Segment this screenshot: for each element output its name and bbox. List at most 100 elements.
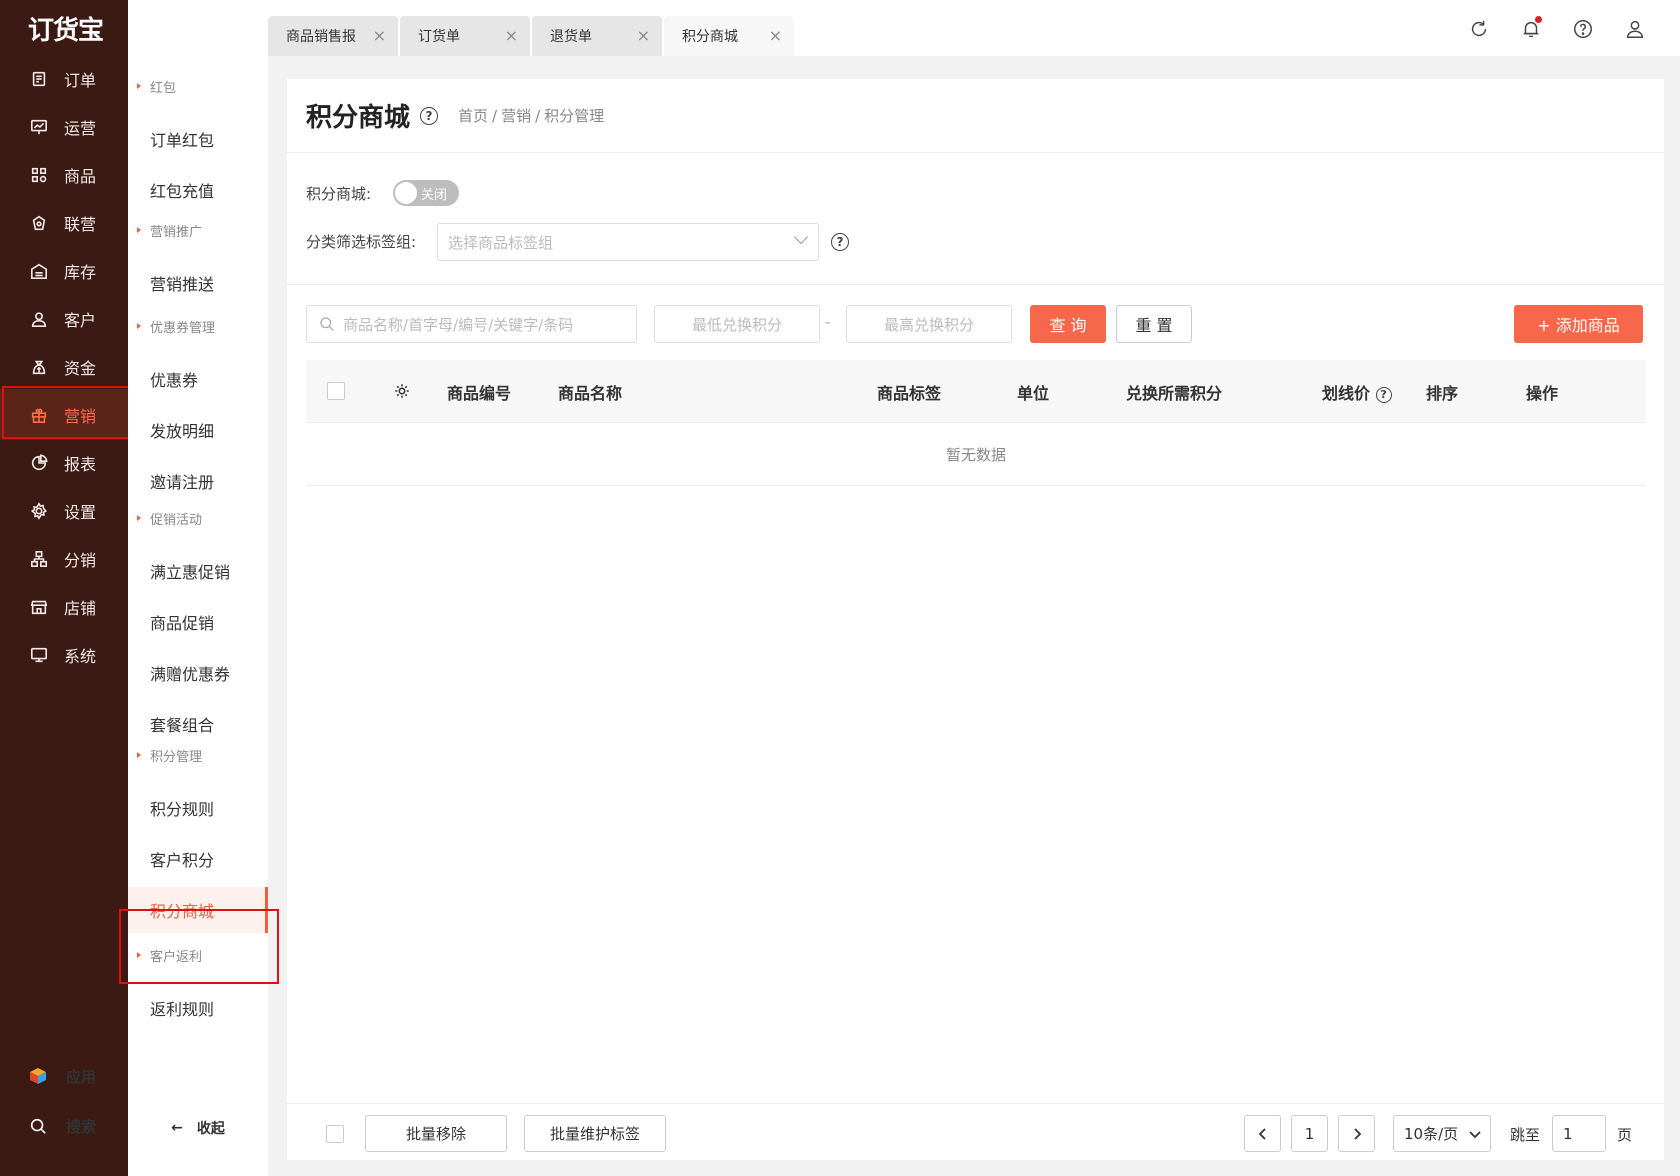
apps-button[interactable]: 应用 [0, 1056, 128, 1096]
main-content: 积分商城 ? 首页 / 营销 / 积分管理 积分商城: 关闭 分类筛选标签组: 选择商品… [287, 79, 1664, 1160]
search-icon [320, 317, 334, 331]
subnav-item[interactable]: 满赠优惠券 [128, 650, 268, 696]
close-icon[interactable]: × [769, 26, 782, 45]
nav-item-2[interactable]: 商品 [0, 149, 128, 200]
nav-item-3[interactable]: 联营 [0, 197, 128, 248]
page-size-select[interactable]: 10条/页 [1393, 1115, 1491, 1152]
user-profile-button[interactable] [1622, 16, 1648, 42]
nav-item-5[interactable]: 客户 [0, 293, 128, 344]
subnav-section-title: 积分管理 [128, 743, 268, 767]
divider [287, 284, 1664, 285]
subnav-item[interactable]: 邀请注册 [128, 458, 268, 504]
nav-item-12[interactable]: 系统 [0, 629, 128, 680]
subnav-item[interactable]: 订单红包 [128, 116, 268, 162]
tab-bar: 商品销售报 × 订货单 × 退货单 × 积分商城 × [268, 0, 1680, 56]
close-icon[interactable]: × [373, 26, 386, 45]
tab-1[interactable]: 订货单 × [400, 16, 530, 56]
add-product-button[interactable]: + 添加商品 [1514, 305, 1643, 343]
order-icon [30, 70, 48, 88]
jump-input[interactable]: 1 [1552, 1115, 1606, 1152]
store-icon [30, 598, 48, 616]
reset-button[interactable]: 重 置 [1116, 305, 1192, 343]
column-header: 划线价 ? [1322, 380, 1392, 404]
search-button[interactable]: 搜索 [0, 1106, 128, 1146]
subnav-item[interactable]: 返利规则 [128, 985, 268, 1031]
collapse-button[interactable]: ← 收起 [128, 1110, 268, 1146]
tab-label: 订货单 [418, 29, 460, 45]
subnav-item[interactable]: 优惠券 [128, 356, 268, 402]
tab-label: 商品销售报 [286, 29, 356, 45]
tab-3[interactable]: 积分商城 × [664, 16, 794, 56]
nav-item-label: 店铺 [64, 598, 97, 618]
select-all-checkbox[interactable] [327, 382, 345, 400]
query-button[interactable]: 查 询 [1030, 305, 1106, 343]
subnav-item[interactable]: 营销推送 [128, 260, 268, 306]
tag-group-select[interactable]: 选择商品标签组 [437, 223, 819, 261]
subnav-item[interactable]: 积分规则 [128, 785, 268, 831]
nav-item-label: 系统 [64, 646, 97, 666]
subnav-item[interactable]: 套餐组合 [128, 701, 268, 747]
subnav-section-title: 促销活动 [128, 506, 268, 530]
nav-item-7[interactable]: 营销 [0, 386, 130, 440]
tab-0[interactable]: 商品销售报 × [268, 16, 398, 56]
nav-item-label: 分销 [64, 550, 97, 570]
nav-item-11[interactable]: 店铺 [0, 581, 128, 632]
help-icon[interactable]: ? [831, 233, 849, 251]
notification-button[interactable] [1518, 16, 1544, 42]
min-points-input[interactable]: 最低兑换积分 [654, 305, 820, 343]
column-header-label: 划线价 [1322, 384, 1371, 403]
breadcrumb-points: 积分管理 [544, 107, 605, 125]
footer-select-all-checkbox[interactable] [326, 1125, 344, 1143]
close-icon[interactable]: × [637, 26, 650, 45]
nav-item-10[interactable]: 分销 [0, 533, 128, 584]
monitor-icon [30, 646, 48, 664]
column-header: 操作 [1526, 384, 1559, 403]
nav-item-label: 营销 [64, 406, 97, 426]
subnav-item[interactable]: 商品促销 [128, 599, 268, 645]
nav-item-1[interactable]: 运营 [0, 101, 128, 152]
breadcrumb: 首页 / 营销 / 积分管理 [458, 107, 605, 125]
nav-item-6[interactable]: 资金 [0, 341, 128, 392]
page-number-1[interactable]: 1 [1291, 1115, 1328, 1152]
notification-dot [1535, 16, 1542, 23]
nav-item-label: 运营 [64, 118, 97, 138]
help-icon[interactable]: ? [1375, 386, 1392, 403]
subnav-top [128, 0, 268, 56]
column-settings-icon[interactable] [393, 382, 411, 404]
nav-item-9[interactable]: 设置 [0, 485, 128, 536]
tab-2[interactable]: 退货单 × [532, 16, 662, 56]
next-page-button[interactable] [1338, 1115, 1375, 1152]
subnav-item[interactable]: 满立惠促销 [128, 548, 268, 594]
help-button[interactable] [1570, 16, 1596, 42]
batch-tags-button[interactable]: 批量维护标签 [524, 1115, 666, 1152]
breadcrumb-marketing[interactable]: 营销 [501, 107, 531, 125]
close-icon[interactable]: × [505, 26, 518, 45]
subnav-item[interactable]: 客户积分 [128, 836, 268, 882]
page-title: 积分商城 [306, 103, 411, 133]
search-input[interactable]: 商品名称/首字母/编号/关键字/条码 [306, 305, 637, 343]
nav-item-label: 联营 [64, 214, 97, 234]
nav-item-0[interactable]: 订单 [0, 53, 128, 104]
prev-page-button[interactable] [1244, 1115, 1281, 1152]
nav-item-label: 商品 [64, 166, 97, 186]
refresh-icon [1471, 20, 1487, 37]
batch-remove-button[interactable]: 批量移除 [365, 1115, 507, 1152]
subnav-item[interactable]: 发放明细 [128, 407, 268, 453]
page-header: 积分商城 ? 首页 / 营销 / 积分管理 [287, 79, 1664, 153]
subnav-item[interactable]: 红包充值 [128, 167, 268, 213]
nav-item-label: 库存 [64, 262, 97, 282]
nav-item-8[interactable]: 报表 [0, 437, 128, 488]
mall-switch-label: 积分商城: [306, 185, 372, 203]
help-icon[interactable]: ? [420, 106, 439, 125]
user-icon [30, 310, 48, 328]
breadcrumb-home[interactable]: 首页 [458, 107, 488, 125]
mall-toggle[interactable]: 关闭 [393, 180, 459, 206]
subnav-section-title: 营销推广 [128, 218, 268, 242]
min-points-placeholder: 最低兑换积分 [691, 315, 782, 334]
chevron-down-icon [1469, 1131, 1481, 1139]
refresh-button[interactable] [1466, 16, 1492, 42]
chart-board-icon [30, 118, 48, 136]
max-points-input[interactable]: 最高兑换积分 [846, 305, 1012, 343]
search-label: 搜索 [66, 1117, 97, 1136]
nav-item-4[interactable]: 库存 [0, 245, 128, 296]
